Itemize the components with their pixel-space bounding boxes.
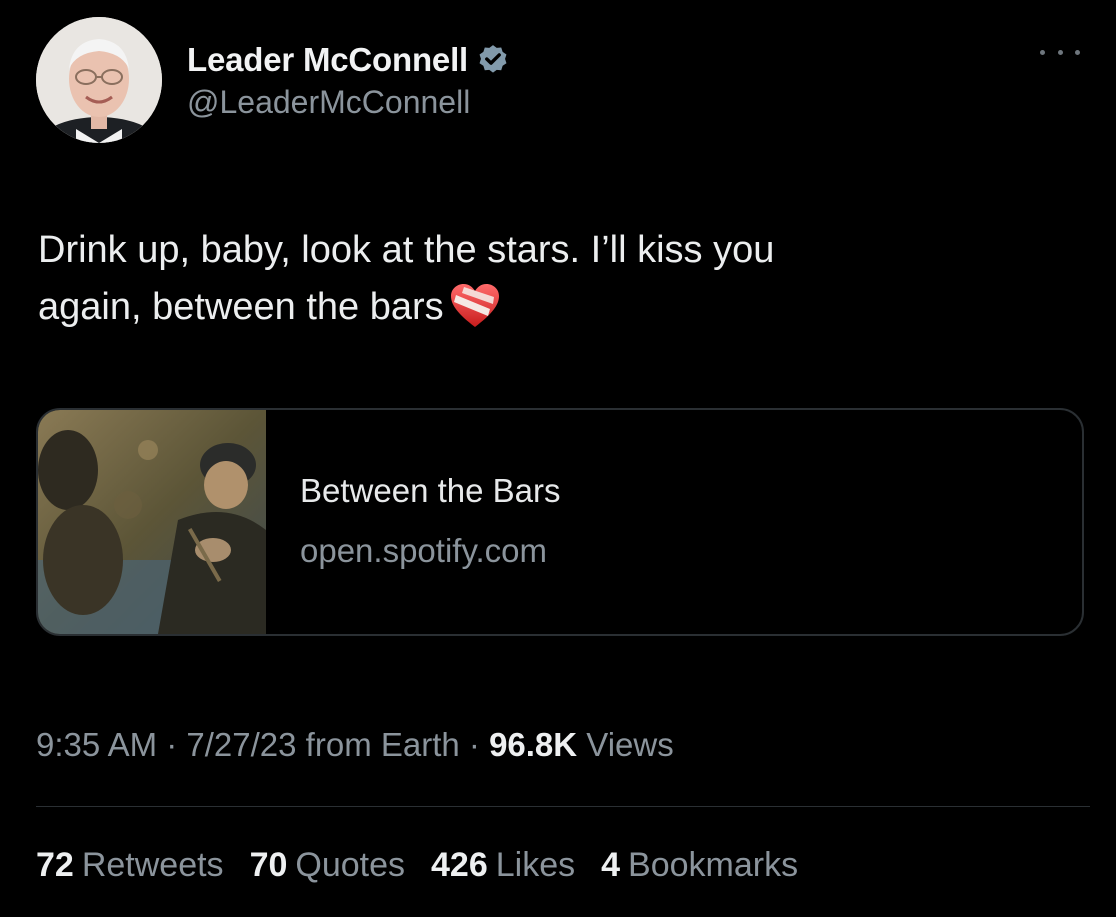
retweets-count: 72 xyxy=(36,846,74,884)
views-count: 96.8K xyxy=(489,726,578,763)
tweet-date[interactable]: 7/27/23 xyxy=(186,726,296,763)
likes-count: 426 xyxy=(431,846,488,884)
card-thumbnail[interactable] xyxy=(38,410,266,634)
quotes-count: 70 xyxy=(249,846,288,884)
quotes-stat[interactable]: 70 Quotes xyxy=(250,846,405,885)
meta-separator: · xyxy=(157,726,187,763)
retweets-stat[interactable]: 72 Retweets xyxy=(36,846,224,885)
tweet-text: Drink up, baby, look at the stars. I’ll … xyxy=(38,222,1038,336)
tweet: Leader McConnell @LeaderMcConnell Drink … xyxy=(0,0,1116,917)
tweet-text-line2-row: again, between the bars xyxy=(38,279,1038,336)
album-art-image xyxy=(38,410,266,634)
display-name[interactable]: Leader McConnell xyxy=(187,41,468,79)
more-options-icon[interactable] xyxy=(1040,42,1080,62)
bookmarks-stat[interactable]: 4 Bookmarks xyxy=(601,846,798,885)
avatar-image xyxy=(36,17,162,143)
views-label: Views xyxy=(577,726,674,763)
mending-heart-icon xyxy=(450,284,499,327)
divider xyxy=(36,806,1090,807)
meta-separator: · xyxy=(459,726,490,763)
author-name-row[interactable]: Leader McConnell xyxy=(187,38,510,82)
card-domain[interactable]: open.spotify.com xyxy=(300,532,547,570)
likes-stat[interactable]: 426 Likes xyxy=(431,846,575,885)
likes-label: Likes xyxy=(495,846,576,884)
link-card[interactable]: Between the Bars open.spotify.com xyxy=(36,408,1084,636)
engagement-stats: 72 Retweets 70 Quotes 426 Likes 4 Bookmarks xyxy=(36,846,824,885)
tweet-meta: 9:35 AM · 7/27/23 from Earth · 96.8K Vie… xyxy=(36,726,674,764)
retweets-label: Retweets xyxy=(81,846,224,884)
tweet-source: from Earth xyxy=(296,726,460,763)
bookmarks-count: 4 xyxy=(601,846,621,884)
quotes-label: Quotes xyxy=(295,846,406,884)
bookmarks-label: Bookmarks xyxy=(628,846,799,884)
card-title[interactable]: Between the Bars xyxy=(300,472,561,510)
author-handle[interactable]: @LeaderMcConnell xyxy=(187,84,470,121)
verified-badge-icon xyxy=(479,45,507,73)
tweet-text-line2: again, between the bars xyxy=(38,286,444,328)
tweet-text-line1: Drink up, baby, look at the stars. I’ll … xyxy=(38,229,775,271)
avatar[interactable] xyxy=(36,17,162,143)
tweet-time[interactable]: 9:35 AM xyxy=(36,726,157,763)
